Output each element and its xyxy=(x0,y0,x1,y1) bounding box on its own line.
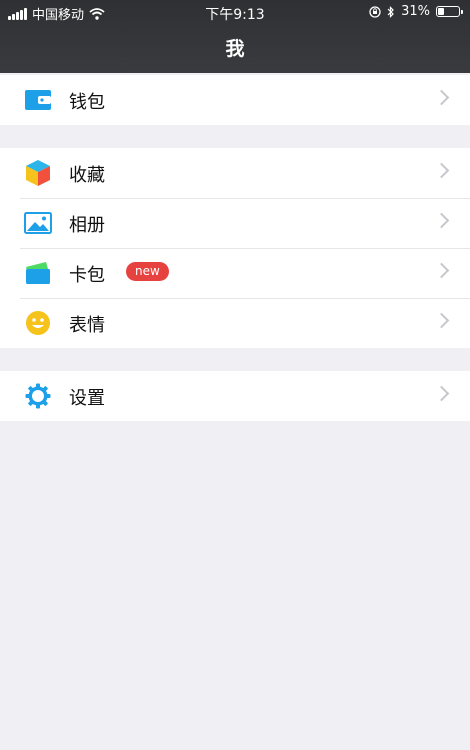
top-bar: 中国移动 下午9:13 31% 我 xyxy=(0,0,470,73)
chevron-right-icon xyxy=(433,162,450,179)
card-wallet-icon xyxy=(24,260,52,286)
orientation-lock-icon xyxy=(369,5,381,18)
bluetooth-icon xyxy=(387,5,394,18)
chevron-right-icon xyxy=(433,262,450,279)
battery-percent: 31% xyxy=(401,4,430,19)
chevron-right-icon xyxy=(433,385,450,402)
smiley-icon xyxy=(24,310,52,336)
group-wallet: 钱包 xyxy=(0,75,470,125)
new-badge: new xyxy=(126,262,169,281)
battery-level xyxy=(438,8,444,15)
menu-item-label: 设置 xyxy=(69,388,105,409)
menu-item-card-wallet[interactable]: 卡包 new xyxy=(0,248,470,298)
cube-favorites-icon xyxy=(24,160,52,186)
page-title: 我 xyxy=(225,38,245,60)
menu-item-settings[interactable]: 设置 xyxy=(0,371,470,421)
menu-item-album[interactable]: 相册 xyxy=(0,198,470,248)
menu-item-label: 相册 xyxy=(69,215,105,236)
menu-item-label: 表情 xyxy=(69,315,105,336)
chevron-right-icon xyxy=(433,212,450,229)
chevron-right-icon xyxy=(433,312,450,329)
status-bar: 中国移动 下午9:13 31% xyxy=(0,0,470,26)
photo-album-icon xyxy=(24,210,52,236)
menu-item-label: 收藏 xyxy=(69,165,105,186)
menu-item-stickers[interactable]: 表情 xyxy=(0,298,470,348)
group-content: 收藏 相册 卡包 new 表情 xyxy=(0,148,470,348)
chevron-right-icon xyxy=(433,89,450,106)
menu-item-wallet[interactable]: 钱包 xyxy=(0,75,470,125)
group-settings: 设置 xyxy=(0,371,470,421)
battery-icon xyxy=(436,6,463,17)
wallet-icon xyxy=(24,87,52,113)
gear-icon xyxy=(24,383,52,409)
menu-item-label: 卡包 xyxy=(69,265,105,286)
menu-item-label: 钱包 xyxy=(69,92,105,113)
menu-item-favorites[interactable]: 收藏 xyxy=(0,148,470,198)
